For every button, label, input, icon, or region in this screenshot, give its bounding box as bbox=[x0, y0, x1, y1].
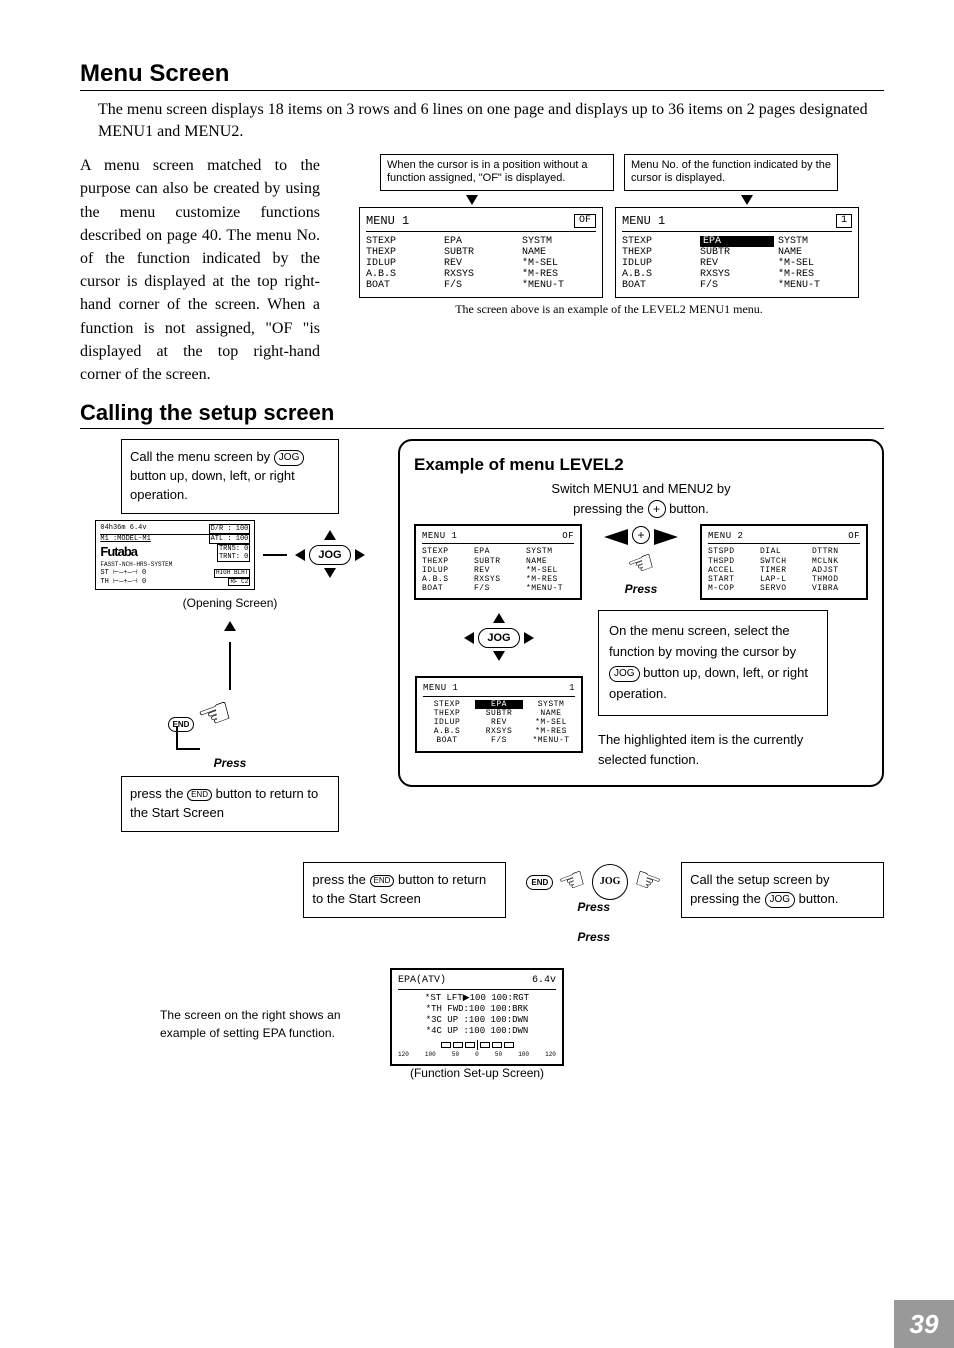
rule bbox=[80, 90, 884, 91]
lcd-menu1-sel: MENU 1 1 STEXPEPASYSTM THEXPSUBTRNAME IDL… bbox=[615, 207, 859, 298]
jog-cross-right[interactable]: JOG bbox=[414, 610, 584, 666]
press-label: Press bbox=[214, 756, 247, 770]
menuno-note-box: Menu No. of the function indicated by th… bbox=[624, 154, 838, 190]
top-diagram: When the cursor is in a position without… bbox=[334, 154, 884, 316]
opening-caption: (Opening Screen) bbox=[183, 596, 278, 610]
intro-paragraph-1: The menu screen displays 18 items on 3 r… bbox=[98, 99, 884, 142]
jog-pill[interactable]: JOG bbox=[274, 450, 305, 466]
press-label: Press bbox=[526, 900, 661, 914]
hand-icon: ☜ bbox=[630, 863, 666, 900]
jog-pill[interactable]: JOG bbox=[609, 666, 640, 682]
menu-title: MENU 1 bbox=[366, 214, 409, 228]
connector-line bbox=[229, 642, 231, 690]
intro-paragraph-2: A menu screen matched to the purpose can… bbox=[80, 154, 320, 386]
epa-note: The screen on the right shows an example… bbox=[160, 1006, 370, 1042]
end-pill[interactable]: END bbox=[370, 875, 395, 887]
arrow-down-icon bbox=[741, 195, 753, 205]
example-title: Example of menu LEVEL2 bbox=[414, 455, 868, 475]
plus-button[interactable]: + bbox=[648, 500, 666, 518]
jog-cross-left[interactable]: JOG bbox=[295, 527, 364, 583]
menu1-grid: STEXPEPASYSTM THEXPSUBTRNAME IDLUPREV*M-… bbox=[366, 236, 596, 291]
plus-button-center[interactable]: + bbox=[632, 526, 650, 544]
hand-icon: ☜ bbox=[555, 863, 591, 900]
press-label: Press bbox=[625, 582, 658, 596]
highlight-note: The highlighted item is the currently se… bbox=[598, 730, 828, 772]
num-indicator: 1 bbox=[836, 214, 852, 228]
call-menu-box: Call the menu screen by JOG button up, d… bbox=[121, 439, 339, 514]
rule2 bbox=[80, 428, 884, 429]
menu-title: MENU 1 bbox=[622, 214, 665, 228]
example-panel: Example of menu LEVEL2 Switch MENU1 and … bbox=[398, 439, 884, 787]
jog-pill[interactable]: JOG bbox=[765, 892, 796, 908]
opening-screen: 04h36m 6.4vD/R : 100 M1 :MODEL-M1ATL : 1… bbox=[95, 520, 255, 591]
end-return-box-2: press the END button to return to the St… bbox=[303, 862, 506, 918]
end-return-box: press the END button to return to the St… bbox=[121, 776, 339, 832]
menu-screen-heading: Menu Screen bbox=[80, 60, 884, 88]
right-arrow-icon bbox=[654, 529, 678, 545]
end-pill[interactable]: END bbox=[187, 789, 212, 801]
end-button[interactable]: END bbox=[168, 717, 195, 732]
up-arrow-icon bbox=[224, 621, 236, 631]
calling-heading: Calling the setup screen bbox=[80, 400, 884, 426]
setup-call-box: Call the setup screen by pressing the JO… bbox=[681, 862, 884, 918]
page-number-box: 39 bbox=[894, 1300, 954, 1348]
arrow-down-icon bbox=[466, 195, 478, 205]
press-label: Press bbox=[526, 930, 661, 944]
onmenu-text-block: On the menu screen, select the function … bbox=[598, 610, 828, 771]
example-caption: The screen above is an example of the LE… bbox=[334, 302, 884, 317]
of-note-box: When the cursor is in a position without… bbox=[380, 154, 614, 190]
page-number: 39 bbox=[910, 1309, 939, 1340]
lcd-menu1-of: MENU 1 OF STEXPEPASYSTM THEXPSUBTRNAME ID… bbox=[359, 207, 603, 298]
jog-round-button[interactable]: JOG bbox=[592, 864, 628, 900]
hand-icon: ☜ bbox=[193, 692, 238, 739]
end-button-2[interactable]: END bbox=[526, 875, 553, 890]
lcd-menu2-small: MENU 2OF STSPDDIALDTTRN THSPDSWTCHMCLNK … bbox=[700, 524, 868, 600]
hand-icon: ☜ bbox=[623, 547, 659, 584]
switch-text: Switch MENU1 and MENU2 by pressing the +… bbox=[414, 479, 868, 518]
menu1-grid-b: STEXPEPASYSTM THEXPSUBTRNAME IDLUPREV*M-… bbox=[622, 236, 852, 291]
left-arrow-icon bbox=[604, 529, 628, 545]
lcd-menu1-highlighted: MENU 11 STEXPEPASYSTM THEXPSUBTRNAME IDL… bbox=[415, 676, 583, 752]
setup-caption: (Function Set-up Screen) bbox=[390, 1066, 564, 1080]
of-indicator: OF bbox=[574, 214, 596, 228]
lcd-menu1-small: MENU 1OF STEXPEPASYSTM THEXPSUBTRNAME ID… bbox=[414, 524, 582, 600]
epa-screen: EPA(ATV)6.4v *ST LFT▶100 100:RGT *TH FWD… bbox=[390, 968, 564, 1065]
